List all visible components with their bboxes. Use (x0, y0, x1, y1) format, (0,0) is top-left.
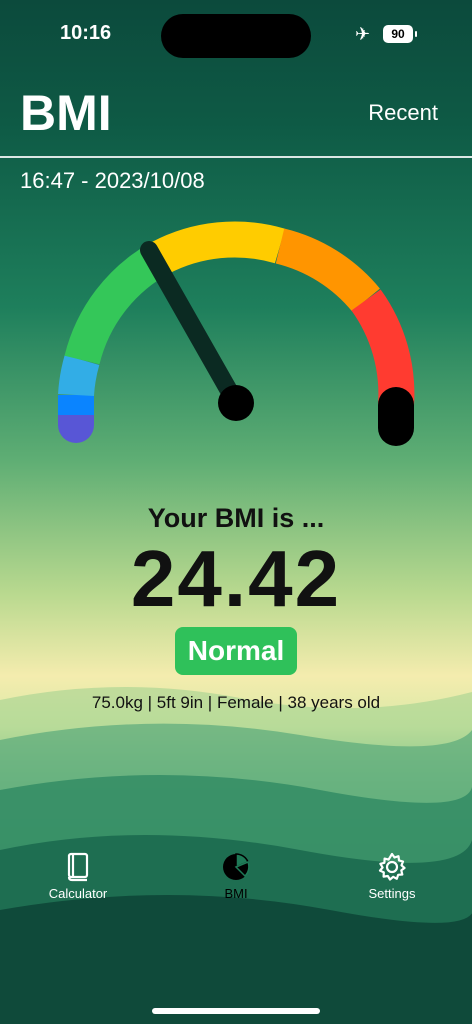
gauge-hub (218, 385, 254, 421)
book-icon (18, 850, 138, 884)
gauge-segment-teal (58, 355, 100, 397)
status-time: 10:16 (60, 22, 112, 44)
result-heading: Your BMI is ... (147, 503, 325, 533)
bmi-value: 24.42 (130, 534, 342, 623)
dynamic-island (161, 14, 311, 58)
gauge-needle (140, 241, 245, 412)
gear-icon (332, 850, 452, 884)
header-divider (0, 156, 472, 158)
battery-icon: 90 (383, 25, 417, 43)
gauge-segment-green (64, 242, 170, 365)
tab-bmi[interactable]: BMI (176, 850, 296, 901)
tab-label-calculator: Calculator (48, 886, 108, 901)
tab-calculator[interactable]: Calculator (18, 850, 138, 901)
tab-settings[interactable]: Settings (332, 850, 452, 901)
recent-button[interactable]: Recent (368, 100, 438, 126)
record-datetime: 16:47 - 2023/10/08 (20, 168, 205, 193)
status-bar: 10:16 ✈ 90 (0, 0, 472, 60)
gauge-segment-orange (275, 228, 380, 312)
user-details: 75.0kg | 5ft 9in | Female | 38 years old (91, 693, 381, 712)
gauge-segment-yellow (151, 221, 286, 275)
tab-bar: Calculator BMI Settings (0, 850, 472, 910)
pie-chart-icon (176, 850, 296, 884)
page-title: BMI (20, 85, 112, 141)
airplane-mode-icon: ✈ (355, 24, 371, 44)
bmi-gauge (58, 221, 415, 446)
category-badge: Normal (175, 627, 297, 675)
home-indicator[interactable] (152, 1008, 320, 1014)
tab-label-bmi: BMI (224, 886, 248, 901)
tab-label-settings: Settings (368, 886, 416, 901)
